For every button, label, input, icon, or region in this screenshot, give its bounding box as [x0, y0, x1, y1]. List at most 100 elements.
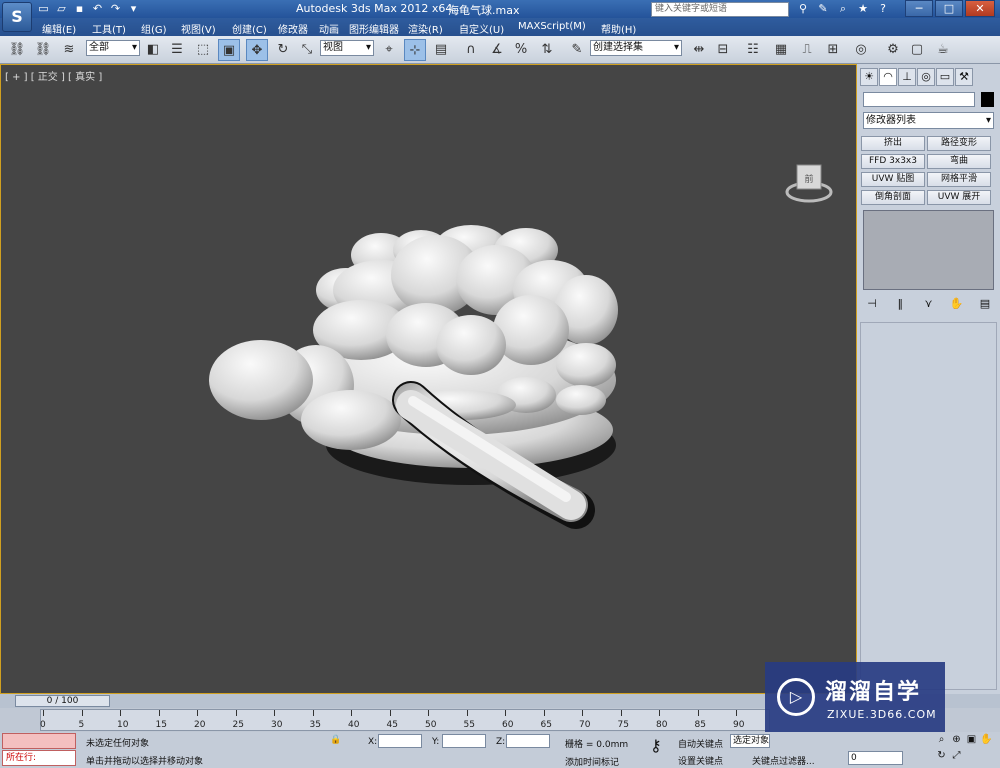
pivot-icon[interactable]: ⌖ [378, 39, 400, 61]
maxscript-listener[interactable] [2, 733, 76, 749]
remove-modifier-icon[interactable]: ✋ [948, 296, 966, 312]
menu-item[interactable]: 修改器 [278, 21, 308, 36]
key-filters-button[interactable]: 关键点过滤器... [752, 754, 815, 767]
new-file-icon[interactable]: ▭ [36, 1, 51, 16]
schematic-view-icon[interactable]: ⊞ [822, 39, 844, 61]
y-coord-field[interactable] [442, 734, 486, 748]
manipulate-icon[interactable]: ⊹ [404, 39, 426, 61]
modifier-list-dropdown[interactable]: 修改器列表 [863, 112, 994, 129]
modifier-button[interactable]: 路径变形 [927, 136, 991, 151]
create-tab-icon[interactable]: ☀ [860, 68, 878, 86]
undo-icon[interactable]: ↶ [90, 1, 105, 16]
window-crossing-icon[interactable]: ▣ [218, 39, 240, 61]
lock-icon[interactable]: 🔒 [330, 735, 341, 745]
bind-spacewarp-icon[interactable]: ≋ [58, 39, 80, 61]
close-button[interactable]: ✕ [965, 0, 995, 17]
unlink-icon[interactable]: ⛓ [32, 39, 54, 61]
utilities-tab-icon[interactable]: ⚒ [955, 68, 973, 86]
configure-sets-icon[interactable]: ▤ [976, 296, 994, 312]
pan-icon[interactable]: ✋ [980, 733, 993, 747]
show-end-result-icon[interactable]: ‖ [891, 296, 909, 312]
key-icon[interactable]: ⚷ [650, 736, 662, 755]
rect-select-icon[interactable]: ⬚ [192, 39, 214, 61]
x-coord-field[interactable] [378, 734, 422, 748]
snap-toggle-icon[interactable]: ∩ [460, 39, 482, 61]
menu-item[interactable]: 视图(V) [181, 21, 216, 36]
minimize-button[interactable]: ─ [905, 0, 933, 17]
edit-named-selection-icon[interactable]: ✎ [566, 39, 588, 61]
spinner-snap-icon[interactable]: ⇅ [536, 39, 558, 61]
selection-filter-dropdown[interactable]: 全部 [86, 40, 140, 56]
named-selection-dropdown[interactable]: 创建选择集 [590, 40, 682, 56]
object-name-field[interactable] [863, 92, 975, 107]
mirror-icon[interactable]: ⇹ [688, 39, 710, 61]
select-object-icon[interactable]: ◧ [142, 39, 164, 61]
current-frame-field[interactable]: 0 [848, 751, 903, 765]
menu-item[interactable]: 组(G) [141, 21, 167, 36]
modify-tab-icon[interactable]: ◠ [879, 68, 897, 86]
material-editor-icon[interactable]: ◎ [850, 39, 872, 61]
rendered-frame-icon[interactable]: ▢ [906, 39, 928, 61]
zoom-extents-icon[interactable]: ▣ [965, 733, 978, 747]
track-bar-ruler[interactable]: 0 5 10 15 20 25 30 35 40 45 50 55 60 65 70 75 80 85 90 [40, 709, 770, 731]
menu-item[interactable]: 工具(T) [92, 21, 126, 36]
keyboard-shortcut-icon[interactable]: ▤ [430, 39, 452, 61]
maximize-button[interactable]: □ [935, 0, 963, 17]
layer-manager-icon[interactable]: ☷ [742, 39, 764, 61]
align-icon[interactable]: ⊟ [712, 39, 734, 61]
display-tab-icon[interactable]: ▭ [936, 68, 954, 86]
reference-coord-dropdown[interactable]: 视图 [320, 40, 374, 56]
redo-icon[interactable]: ↷ [108, 1, 123, 16]
pin-stack-icon[interactable]: ⊣ [863, 296, 881, 312]
percent-snap-icon[interactable]: % [510, 39, 532, 61]
time-slider[interactable]: 0 / 100 [15, 695, 110, 707]
make-unique-icon[interactable]: ⋎ [920, 296, 938, 312]
menu-item[interactable]: 图形编辑器 [349, 21, 399, 36]
modifier-button[interactable]: 挤出 [861, 136, 925, 151]
modifier-button[interactable]: 弯曲 [927, 154, 991, 169]
modifier-button[interactable]: UVW 贴图 [861, 172, 925, 187]
modifier-button[interactable]: 倒角剖面 [861, 190, 925, 205]
select-by-name-icon[interactable]: ☰ [166, 39, 188, 61]
binoculars-icon[interactable]: ⚲ [795, 1, 811, 17]
modifier-stack[interactable] [863, 210, 994, 290]
save-icon[interactable]: ▪ [72, 1, 87, 16]
modifier-button[interactable]: 网格平滑 [927, 172, 991, 187]
orbit-icon[interactable]: ↻ [935, 749, 948, 763]
menu-item[interactable]: 编辑(E) [42, 21, 76, 36]
graphite-ribbon-icon[interactable]: ▦ [770, 39, 792, 61]
curve-editor-icon[interactable]: ⎍ [796, 39, 818, 61]
render-icon[interactable]: ☕ [932, 39, 954, 61]
menu-item[interactable]: 动画 [319, 21, 339, 36]
magnifier-icon[interactable]: ⌕ [835, 1, 851, 17]
motion-tab-icon[interactable]: ◎ [917, 68, 935, 86]
star-icon[interactable]: ★ [855, 1, 871, 17]
modifier-button[interactable]: UVW 展开 [927, 190, 991, 205]
modifier-button[interactable]: FFD 3x3x3 [861, 154, 925, 169]
zoom-all-icon[interactable]: ⊕ [950, 733, 963, 747]
menu-item[interactable]: 创建(C) [232, 21, 267, 36]
menu-item[interactable]: 自定义(U) [459, 21, 504, 36]
move-icon[interactable]: ✥ [246, 39, 268, 61]
object-color-swatch[interactable] [981, 92, 994, 107]
menu-item[interactable]: 帮助(H) [601, 21, 636, 36]
maximize-viewport-icon[interactable]: ⤢ [950, 749, 963, 763]
add-time-tag[interactable]: 添加时间标记 [565, 755, 619, 768]
key-mode-dropdown[interactable]: 选定对象 [730, 734, 770, 748]
open-file-icon[interactable]: ▱ [54, 1, 69, 16]
scale-icon[interactable]: ⤡ [296, 39, 318, 61]
hierarchy-tab-icon[interactable]: ⊥ [898, 68, 916, 86]
angle-snap-icon[interactable]: ∡ [486, 39, 508, 61]
help-icon[interactable]: ? [875, 1, 891, 17]
zoom-icon[interactable]: ⌕ [935, 733, 948, 747]
search-input[interactable]: 键入关键字或短语 [651, 2, 789, 17]
perspective-viewport[interactable]: [ + ] [ 正交 ] [ 真实 ] 前 [0, 64, 857, 733]
z-coord-field[interactable] [506, 734, 550, 748]
link-icon[interactable]: ⛓ [6, 39, 28, 61]
app-menu-button[interactable]: S [2, 2, 32, 32]
qat-dropdown-icon[interactable]: ▾ [126, 1, 141, 16]
tools-icon[interactable]: ✎ [815, 1, 831, 17]
viewcube[interactable]: 前 [784, 157, 834, 210]
menu-item[interactable]: MAXScript(M) [518, 21, 586, 32]
render-setup-icon[interactable]: ⚙ [882, 39, 904, 61]
